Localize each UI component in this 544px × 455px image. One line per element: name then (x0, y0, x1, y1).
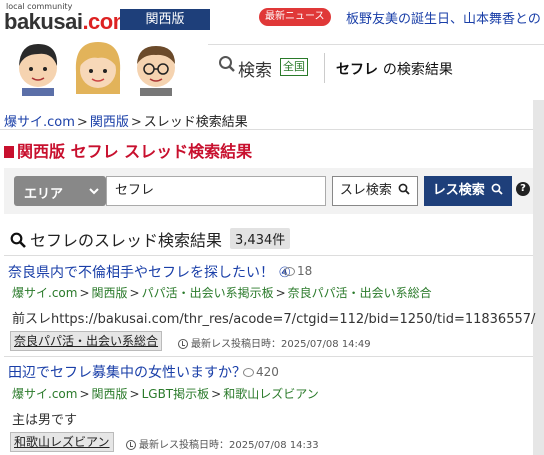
keyword-suffix: の検索結果 (382, 62, 453, 78)
result-title-link[interactable]: 奈良県内で不倫相手やセフレを探したい！ ④ (8, 262, 291, 282)
mascot-girl-icon (75, 42, 121, 94)
keyword-text: セフレ (336, 62, 378, 78)
comment-count: 420 (243, 365, 279, 379)
scope-badge: 全国 (280, 58, 308, 76)
thread-search-label: スレ検索 (339, 183, 392, 198)
result-date: 最新レス投稿日時：2025/07/08 14:49 (178, 335, 371, 350)
breadcrumb-link-region[interactable]: 関西版 (90, 115, 129, 130)
result-snippet: 前スレhttps://bakusai.com/thr_res/acode=7/c… (12, 312, 536, 327)
chevron-down-icon (89, 188, 99, 195)
result-breadcrumb: 爆サイ.com > 関西版 > LGBT掲示板 > 和歌山レズビアン (12, 385, 319, 402)
result-crumb-link[interactable]: パパ活・出会い系掲示板 (142, 286, 274, 300)
result-date-text: 最新レス投稿日時：2025/07/08 14:33 (139, 440, 319, 451)
mascot-illustration (19, 42, 175, 96)
result-date-text: 最新レス投稿日時：2025/07/08 14:49 (191, 339, 371, 350)
breadcrumb-separator: > (76, 115, 88, 130)
search-icon (491, 183, 503, 195)
result-crumb-link[interactable]: 爆サイ.com (12, 387, 77, 401)
clock-icon (178, 339, 188, 349)
result-crumb-link[interactable]: 奈良パパ活・出会い系総合 (288, 286, 432, 300)
result-crumb-link[interactable]: 関西版 (92, 286, 128, 300)
search-icon (219, 56, 235, 72)
breadcrumb-separator: > (211, 387, 222, 401)
area-select[interactable]: エリア (14, 176, 106, 206)
result-crumb-link[interactable]: 関西版 (92, 387, 128, 401)
news-ticker-link[interactable]: 板野友美の誕生日、山本舞香との (346, 8, 544, 27)
comment-bubble-icon (284, 267, 295, 276)
result-crumb-link[interactable]: 和歌山レズビアン (223, 387, 319, 401)
site-header: local community bakusai.com 関西版 最新ニュース 板… (0, 0, 544, 96)
side-gutter (533, 100, 544, 455)
title-marker-icon (4, 146, 14, 158)
thread-search-button[interactable]: スレ検索 (332, 176, 418, 206)
search-keyword-heading: セフレ の検索結果 (336, 59, 453, 79)
breadcrumb: 爆サイ.com > 関西版 > スレッド検索結果 (4, 111, 248, 130)
divider (0, 129, 533, 130)
region-button[interactable]: 関西版 (120, 9, 210, 30)
page-title-text: 関西版 セフレ スレッド検索結果 (17, 142, 253, 161)
search-header-label: 検索 (238, 61, 272, 81)
res-search-label: レス検索 (432, 183, 485, 198)
results-heading: セフレのスレッド検索結果 3,434件 (10, 227, 291, 251)
search-header: 検索 全国 セフレ の検索結果 (208, 44, 544, 95)
breadcrumb-separator: > (129, 387, 140, 401)
mascot-glasses-man-icon (137, 46, 175, 96)
divider (4, 255, 533, 256)
breadcrumb-separator: > (130, 115, 142, 130)
comment-bubble-icon (243, 368, 254, 377)
comment-count-value: 420 (256, 365, 279, 379)
breadcrumb-separator: > (275, 286, 286, 300)
mascot-boy-icon (19, 44, 58, 96)
keyword-input[interactable]: セフレ (106, 176, 326, 206)
logo-brand: bakusai (4, 9, 83, 34)
search-icon (10, 232, 26, 248)
breadcrumb-separator: > (129, 286, 140, 300)
site-logo[interactable]: bakusai.com (4, 9, 132, 35)
breadcrumb-separator: > (79, 387, 90, 401)
result-crumb-link[interactable]: 爆サイ.com (12, 286, 77, 300)
breadcrumb-link-home[interactable]: 爆サイ.com (4, 115, 75, 130)
search-icon (398, 183, 410, 195)
page-title: 関西版 セフレ スレッド検索結果 (4, 138, 252, 162)
comment-count: 18 (284, 264, 312, 278)
result-breadcrumb: 爆サイ.com > 関西版 > パパ活・出会い系掲示板 > 奈良パパ活・出会い系総合 (12, 284, 432, 301)
result-crumb-link[interactable]: LGBT掲示板 (142, 387, 210, 401)
result-board-tag[interactable]: 和歌山レズビアン (10, 432, 114, 452)
result-board-tag[interactable]: 奈良パパ活・出会い系総合 (10, 331, 163, 351)
help-icon[interactable]: ? (516, 182, 530, 196)
result-date: 最新レス投稿日時：2025/07/08 14:33 (126, 436, 319, 451)
divider (324, 53, 325, 83)
divider (4, 356, 533, 357)
clock-icon (126, 440, 136, 450)
breadcrumb-separator: > (79, 286, 90, 300)
res-search-button[interactable]: レス検索 (424, 176, 512, 206)
result-title-link[interactable]: 田辺でセフレ募集中の女性いますか？ (8, 362, 246, 382)
results-count-badge: 3,434件 (230, 228, 291, 249)
area-select-label: エリア (24, 187, 64, 202)
result-snippet: 主は男です (12, 413, 78, 428)
breadcrumb-current: スレッド検索結果 (143, 115, 248, 130)
comment-count-value: 18 (297, 264, 313, 278)
news-badge: 最新ニュース (259, 8, 331, 26)
results-heading-text: セフレのスレッド検索結果 (30, 231, 223, 250)
